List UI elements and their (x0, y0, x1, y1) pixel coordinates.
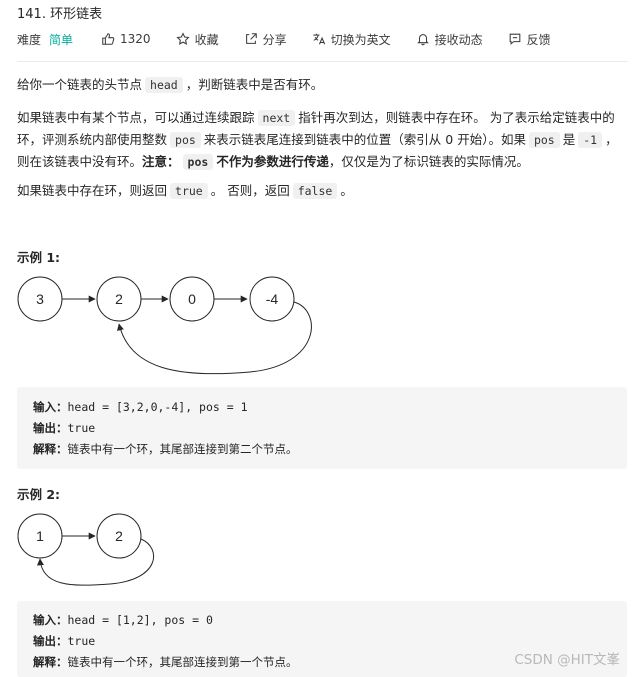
node-value: 1 (36, 528, 44, 544)
thumbs-up-icon (102, 33, 115, 45)
share-label: 分享 (262, 32, 287, 47)
inline-code-pos: pos (182, 154, 214, 170)
inline-code-true: true (170, 183, 208, 199)
text: 来表示链表尾连接到链表中的位置（索引从 0 开始）。如果 (203, 132, 526, 147)
list-node: 2 (96, 513, 142, 559)
subscribe-button[interactable]: 接收动态 (416, 31, 483, 48)
explain-label: 解释： (33, 655, 68, 669)
node-value: 0 (188, 291, 196, 307)
node-value: 3 (36, 291, 44, 307)
input-value: head = [3,2,0,-4], pos = 1 (67, 400, 248, 414)
node-value: 2 (115, 528, 123, 544)
feedback-button[interactable]: 反馈 (508, 31, 551, 48)
favorite-button[interactable]: 收藏 (176, 31, 219, 48)
example-explain-line: 解释：链表中有一个环，其尾部连接到第二个节点。 (33, 439, 611, 460)
translate-icon (312, 33, 325, 45)
output-value: true (67, 634, 96, 648)
difficulty-label: 难度 (17, 32, 42, 47)
list-node: -4 (249, 276, 295, 322)
example-1-title: 示例 1: (17, 250, 61, 265)
text: 是 (562, 132, 576, 147)
like-count: 1320 (120, 32, 151, 46)
header-divider (17, 61, 628, 62)
inline-code-pos: pos (528, 132, 560, 148)
input-value: head = [1,2], pos = 0 (67, 613, 213, 627)
inline-code-false: false (292, 183, 338, 199)
node-value: 2 (115, 291, 123, 307)
difficulty-badge: 简单 (49, 32, 74, 47)
example-input-line: 输入：head = [3,2,0,-4], pos = 1 (33, 397, 611, 418)
text: 。 否则，返回 (210, 183, 290, 198)
feedback-icon (509, 33, 520, 45)
text: 给你一个链表的头节点 (17, 77, 143, 92)
problem-title: 141. 环形链表 (17, 7, 103, 22)
problem-meta-toolbar: 难度 简单 1320 收藏 分享 切换为英文 接收动态 反馈 (17, 29, 576, 49)
text: 如果链表中有某个节点，可以通过连续跟踪 (17, 110, 255, 125)
explain-value: 链表中有一个环，其尾部连接到第二个节点。 (67, 442, 298, 456)
star-icon (176, 32, 190, 45)
note-label: 注意： (142, 154, 180, 169)
bell-icon (416, 34, 429, 46)
example-1-io-block: 输入：head = [3,2,0,-4], pos = 1 输出：true 解释… (17, 387, 627, 469)
text: 。 (340, 183, 353, 198)
example-input-line: 输入：head = [1,2], pos = 0 (33, 610, 611, 631)
list-node: 3 (17, 276, 63, 322)
output-value: true (67, 421, 96, 435)
example-1-linked-list-diagram: 3 2 0 -4 (17, 276, 312, 375)
text: ，仅仅是为了标识链表的实际情况。 (328, 154, 529, 169)
switch-language-label: 切换为英文 (330, 32, 391, 47)
node-value: -4 (266, 291, 279, 307)
inline-code-minus-one: -1 (578, 132, 603, 148)
explain-value: 链表中有一个环，其尾部连接到第一个节点。 (67, 655, 298, 669)
output-label: 输出： (33, 421, 68, 435)
feedback-label: 反馈 (526, 32, 551, 47)
example-output-line: 输出：true (33, 418, 611, 439)
list-node: 2 (96, 276, 142, 322)
text: 如果链表中存在环，则返回 (17, 183, 168, 198)
favorite-label: 收藏 (194, 32, 219, 47)
inline-code-next: next (257, 110, 296, 126)
description-paragraph-3: 如果链表中存在环，则返回 true。 否则，返回 false。 (17, 180, 625, 202)
input-label: 输入： (33, 613, 68, 627)
example-2-title: 示例 2: (17, 487, 61, 502)
input-label: 输入： (33, 400, 68, 414)
inline-code-pos: pos (170, 132, 201, 148)
output-label: 输出： (33, 634, 68, 648)
list-node: 1 (17, 513, 63, 559)
description-paragraph-1: 给你一个链表的头节点 head ，判断链表中是否有环。 (17, 74, 625, 96)
inline-code-head: head (145, 77, 183, 93)
explain-label: 解释： (33, 442, 68, 456)
share-button[interactable]: 分享 (244, 31, 287, 48)
list-node: 0 (169, 276, 215, 322)
like-button[interactable]: 1320 (101, 32, 151, 46)
switch-language-button[interactable]: 切换为英文 (312, 31, 391, 48)
subscribe-label: 接收动态 (434, 32, 483, 47)
description-paragraph-2: 如果链表中有某个节点，可以通过连续跟踪 next 指针再次到达，则链表中存在环。 为… (17, 107, 625, 173)
share-icon (245, 33, 257, 44)
watermark: CSDN @HIT文峯 (514, 652, 620, 668)
example-2-linked-list-diagram: 1 2 (17, 513, 155, 586)
note-text: 不作为参数进行传递 (216, 154, 329, 169)
text: ，判断链表中是否有环。 (185, 77, 324, 92)
